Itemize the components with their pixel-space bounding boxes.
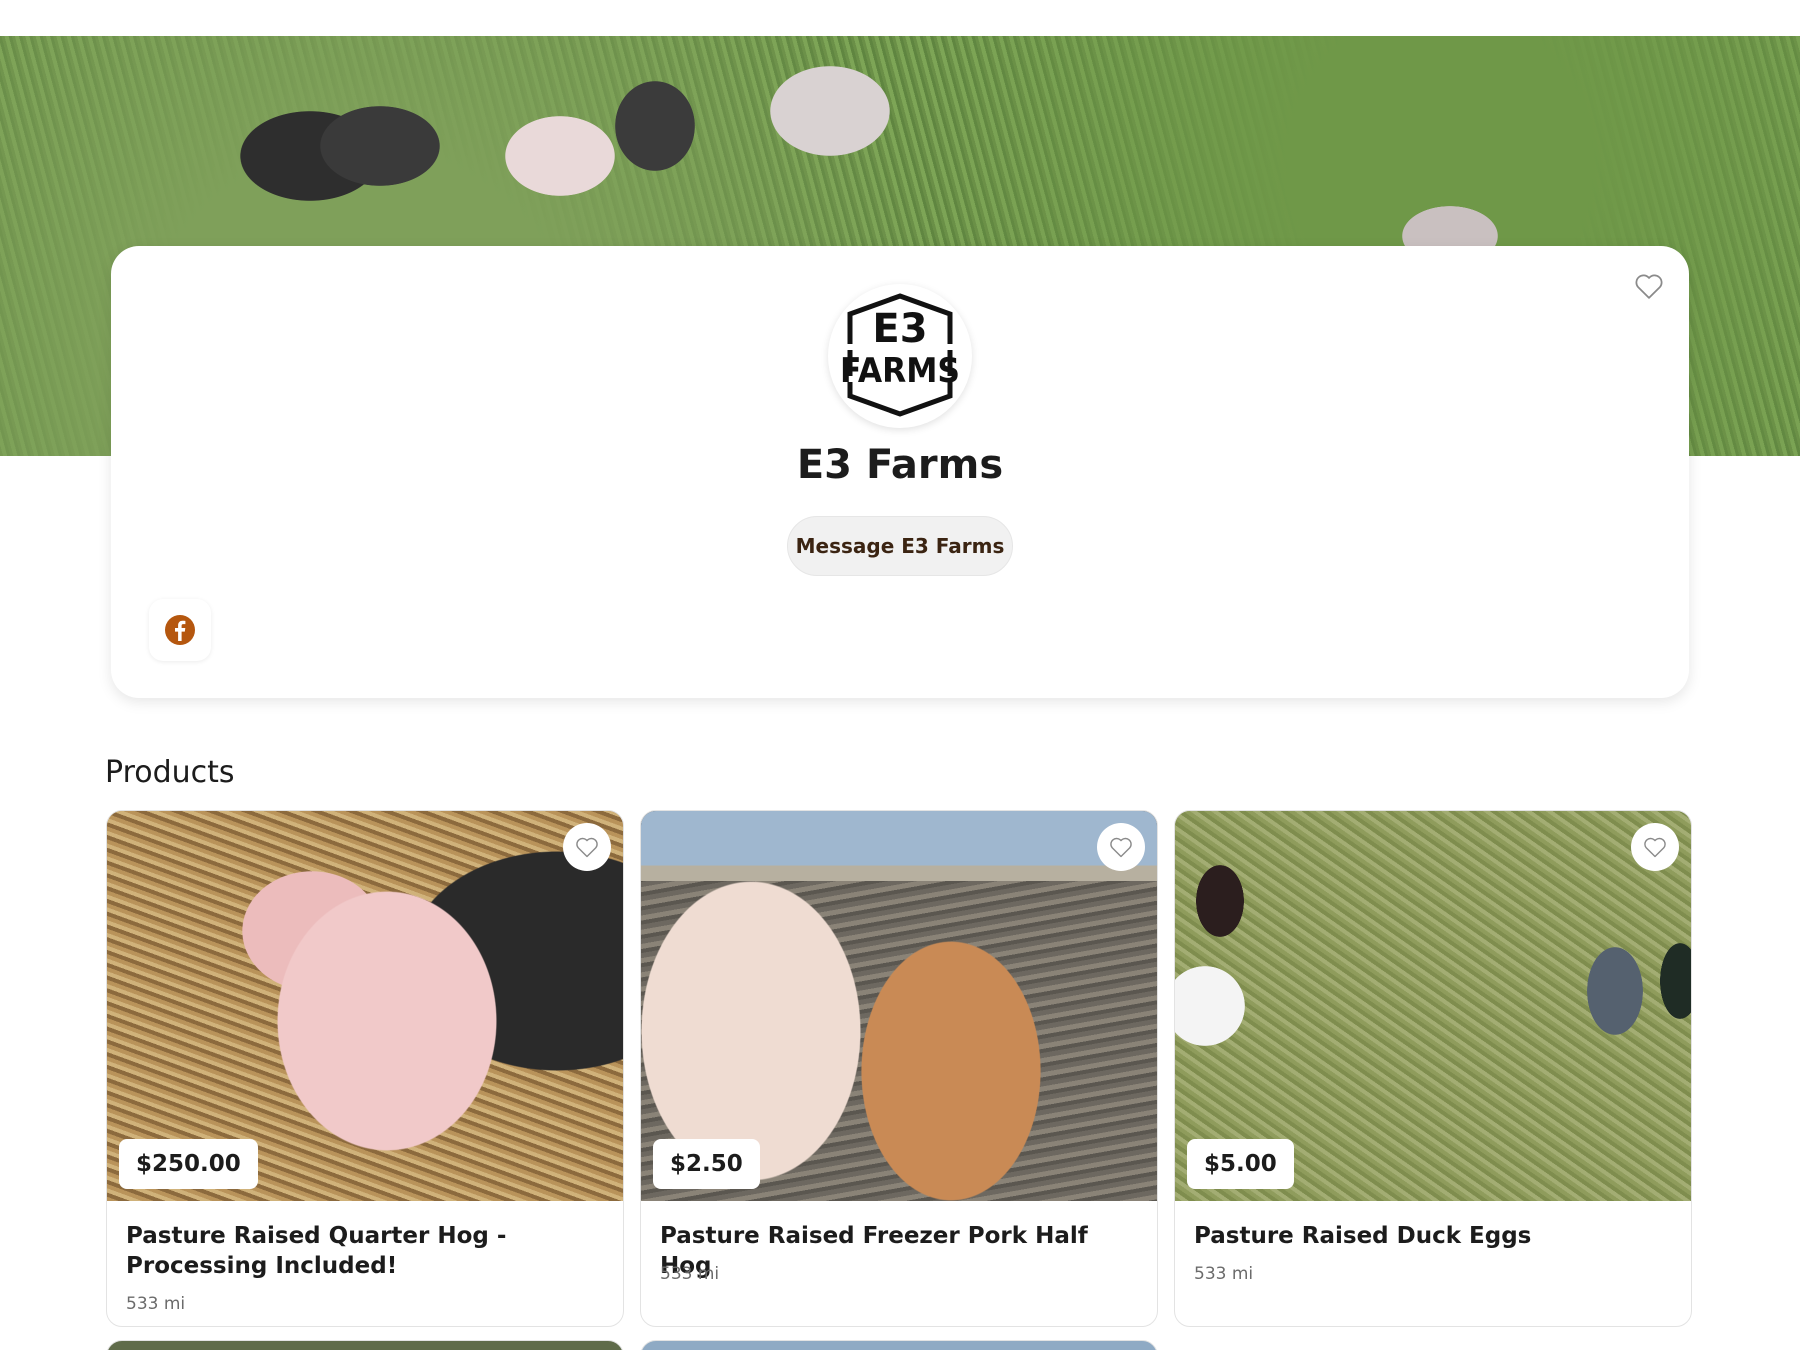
heart-icon [1644,837,1666,858]
heart-icon [1635,274,1663,299]
product-title[interactable]: Pasture Raised Freezer Pork Half Hog [660,1221,1140,1281]
e3-farms-logo-icon: E3 FARMS [838,293,962,417]
product-distance: 533 mi [126,1294,186,1314]
product-distance: 533 mi [1194,1264,1254,1284]
svg-text:FARMS: FARMS [840,351,960,391]
products-heading: Products [105,755,235,790]
heart-icon [1110,837,1132,858]
farm-logo: E3 FARMS [828,284,972,428]
price-badge: $250.00 [119,1139,258,1189]
product-card[interactable]: $5.00 Pasture Raised Duck Eggs 533 mi [1174,810,1692,1327]
heart-icon [576,837,598,858]
price-badge: $5.00 [1187,1139,1294,1189]
message-farm-button[interactable]: Message E3 Farms [787,516,1013,576]
facebook-link[interactable] [149,599,211,661]
favorite-farm-button[interactable] [1631,268,1667,304]
product-card[interactable]: $2.50 Pasture Raised Freezer Pork Half H… [640,810,1158,1327]
svg-text:E3: E3 [872,306,927,352]
facebook-icon [165,615,195,645]
product-card[interactable] [106,1340,624,1350]
favorite-product-button[interactable] [563,823,611,871]
product-card[interactable] [640,1340,1158,1350]
farm-profile-card: E3 FARMS E3 Farms Message E3 Farms [111,246,1689,698]
price-badge: $2.50 [653,1139,760,1189]
product-title[interactable]: Pasture Raised Duck Eggs [1194,1221,1674,1251]
farm-name: E3 Farms [796,442,1004,488]
favorite-product-button[interactable] [1631,823,1679,871]
product-card[interactable]: $250.00 Pasture Raised Quarter Hog - Pro… [106,810,624,1327]
product-distance: 533 mi [660,1264,720,1284]
product-title[interactable]: Pasture Raised Quarter Hog - Processing … [126,1221,606,1281]
favorite-product-button[interactable] [1097,823,1145,871]
